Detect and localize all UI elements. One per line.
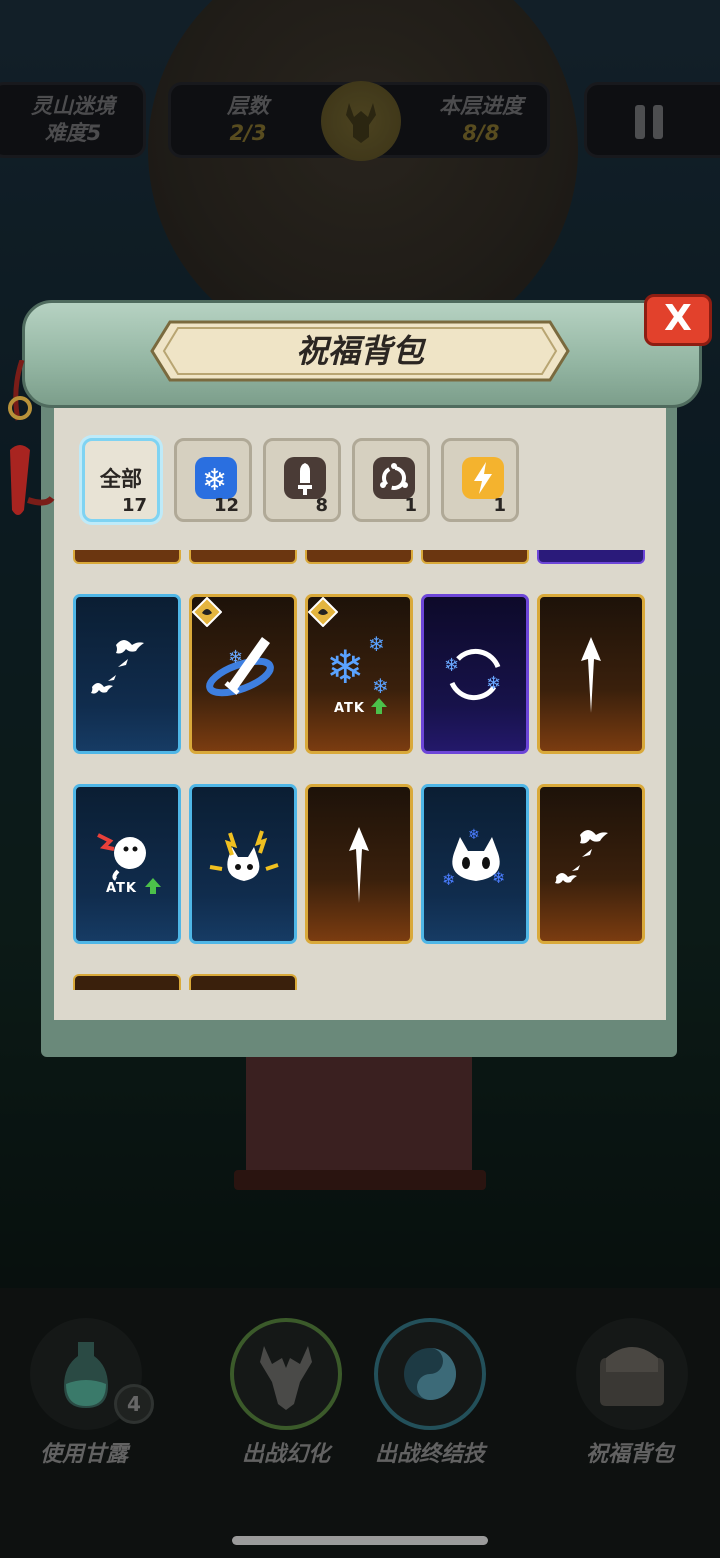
blessing-card[interactable]: ❄ ❄ ❄ bbox=[421, 784, 529, 944]
sword-icon bbox=[284, 457, 326, 499]
card-partial bbox=[305, 550, 413, 564]
tab-frost[interactable]: ❄ 12 bbox=[174, 438, 252, 522]
use-nectar-label: 使用甘露 bbox=[39, 1442, 128, 1467]
tab-count: 8 bbox=[315, 495, 328, 516]
blessing-card[interactable]: ❄ bbox=[189, 594, 297, 754]
svg-text:❄: ❄ bbox=[444, 655, 459, 676]
arrow-up-green-icon bbox=[371, 698, 387, 714]
svg-text:❄: ❄ bbox=[372, 674, 389, 698]
hanging-banner bbox=[246, 1057, 472, 1177]
blessing-bag-button[interactable] bbox=[576, 1318, 688, 1430]
yin-yang-icon bbox=[404, 1348, 456, 1400]
close-button[interactable]: X bbox=[644, 294, 712, 346]
arrow-up-icon bbox=[581, 637, 601, 713]
horned-lightning-icon bbox=[209, 830, 279, 881]
tab-all[interactable]: 全部 17 bbox=[82, 438, 160, 522]
nectar-count-badge: 4 bbox=[114, 1384, 154, 1424]
card-partial bbox=[189, 550, 297, 564]
svg-text:❄: ❄ bbox=[442, 870, 455, 889]
snowflake-icon: ❄ ❄ ❄ bbox=[326, 632, 389, 698]
blessing-card[interactable] bbox=[73, 594, 181, 754]
finisher-skill-label: 出战终结技 bbox=[374, 1442, 485, 1467]
tassel-ornament bbox=[8, 360, 55, 515]
blessing-card[interactable]: ❄ ❄ bbox=[421, 594, 529, 754]
tab-all-label: 全部 bbox=[100, 467, 142, 491]
orbit-icon bbox=[373, 457, 415, 499]
card-partial bbox=[189, 974, 297, 990]
orbit-icon: ❄ ❄ bbox=[444, 648, 501, 701]
lightning-icon bbox=[462, 457, 504, 499]
card-partial bbox=[421, 550, 529, 564]
svg-text:❄: ❄ bbox=[486, 673, 501, 694]
card-partial bbox=[73, 550, 181, 564]
tab-sword[interactable]: 8 bbox=[263, 438, 341, 522]
blessing-card[interactable] bbox=[537, 784, 645, 944]
battle-transform-button[interactable] bbox=[230, 1318, 342, 1430]
svg-text:❄: ❄ bbox=[202, 463, 227, 498]
panel-title: 祝福背包 bbox=[295, 332, 424, 370]
tab-count: 1 bbox=[404, 495, 417, 516]
blessing-card[interactable] bbox=[305, 784, 413, 944]
backpack-icon bbox=[600, 1347, 664, 1406]
blessing-card[interactable] bbox=[537, 594, 645, 754]
snowflake-icon: ❄ bbox=[195, 457, 237, 499]
ice-sword-icon: ❄ bbox=[206, 637, 274, 697]
svg-text:❄: ❄ bbox=[492, 868, 505, 887]
battle-transform-label: 出战幻化 bbox=[241, 1442, 330, 1467]
banner-rail bbox=[234, 1170, 486, 1190]
birds-icon bbox=[555, 830, 608, 884]
card-partial bbox=[73, 974, 181, 990]
tab-count: 1 bbox=[493, 495, 506, 516]
atk-label: ATK bbox=[106, 881, 137, 896]
birds-icon bbox=[91, 640, 144, 694]
finisher-skill-button[interactable] bbox=[374, 1318, 486, 1430]
angry-face-icon bbox=[97, 833, 146, 881]
svg-text:❄: ❄ bbox=[368, 632, 385, 656]
blessing-card[interactable]: ATK bbox=[73, 784, 181, 944]
arrow-up-green-icon bbox=[145, 878, 161, 894]
tab-count: 12 bbox=[213, 495, 239, 516]
arrow-up-icon bbox=[349, 827, 369, 903]
svg-text:❄: ❄ bbox=[228, 647, 243, 668]
home-indicator[interactable] bbox=[232, 1536, 488, 1545]
svg-text:❄: ❄ bbox=[468, 827, 480, 843]
blessing-card[interactable]: ❄ ❄ ❄ ATK bbox=[305, 594, 413, 754]
horned-frost-icon: ❄ ❄ ❄ bbox=[442, 827, 505, 889]
svg-text:❄: ❄ bbox=[326, 640, 365, 694]
blessing-card[interactable] bbox=[189, 784, 297, 944]
tab-count: 17 bbox=[121, 495, 147, 516]
deer-mask-icon bbox=[260, 1346, 312, 1410]
tab-orbit[interactable]: 1 bbox=[352, 438, 430, 522]
card-partial bbox=[537, 550, 645, 564]
tab-lightning[interactable]: 1 bbox=[441, 438, 519, 522]
blessing-bag-label: 祝福背包 bbox=[585, 1442, 674, 1467]
atk-label: ATK bbox=[334, 701, 365, 716]
